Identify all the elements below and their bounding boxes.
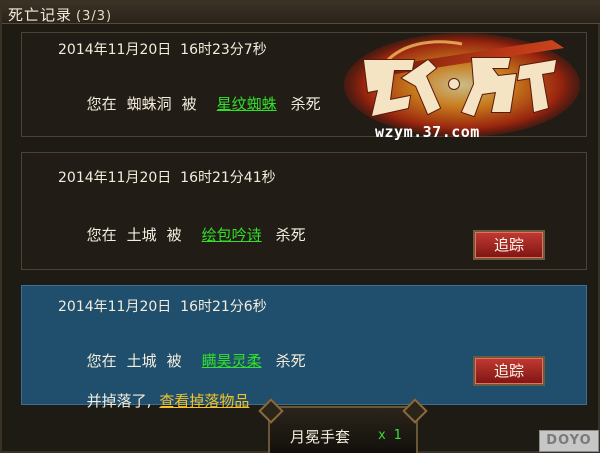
record-prefix: 您在 (86, 95, 117, 113)
killer-link[interactable]: 瞒昊灵柔 (202, 352, 262, 370)
record-location: 土城 (126, 226, 157, 244)
death-record-window: 死亡记录 (3/3) 2014年11月20日 16时23分7秒 您在 蜘蛛洞被星纹蜘… (0, 0, 600, 453)
record-by: 被 (166, 352, 182, 370)
killer-link[interactable]: 绘包吟诗 (202, 226, 262, 244)
item-quantity: x 1 (378, 428, 402, 443)
record-prefix: 您在 (86, 352, 117, 370)
record-timestamp: 2014年11月20日 16时21分41秒 (58, 170, 276, 186)
record-location: 蜘蛛洞 (126, 95, 172, 113)
window-title-label: 死亡记录 (8, 6, 73, 24)
item-name: 月冕手套 (290, 428, 351, 446)
death-record-card-selected: 2014年11月20日 16时21分6秒 您在 土城被 瞒昊灵柔 杀死 并掉落了, 查看… (21, 285, 587, 410)
game-url: wzym.37.com (375, 123, 480, 141)
dropped-item-tab[interactable]: 月冕手套 x 1 (268, 406, 418, 453)
track-button[interactable]: 追踪 (473, 230, 545, 260)
record-timestamp: 2014年11月20日 16时23分7秒 (58, 42, 267, 58)
title-bar: 死亡记录 (3/3) (2, 2, 600, 24)
track-button[interactable]: 追踪 (473, 356, 545, 386)
record-by: 被 (181, 95, 197, 113)
site-watermark: DOYO (539, 430, 599, 452)
death-record-card: 2014年11月20日 16时21分41秒 您在 土城被 绘包吟诗 杀死 追踪 (21, 152, 587, 270)
record-description: 您在 土城被 绘包吟诗 杀死 (58, 206, 316, 263)
record-description: 您在 蜘蛛洞被 星纹蜘蛛 杀死 (58, 75, 331, 132)
record-suffix: 杀死 (275, 226, 306, 244)
record-suffix: 杀死 (290, 95, 321, 113)
record-prefix: 您在 (86, 226, 117, 244)
drop-line: 并掉落了, 查看掉落物品 (58, 372, 250, 429)
window-title: 死亡记录 (3/3) (8, 4, 112, 25)
record-timestamp: 2014年11月20日 16时21分6秒 (58, 299, 267, 315)
record-location: 土城 (126, 352, 157, 370)
record-count: (3/3) (76, 9, 113, 24)
record-by: 被 (166, 226, 182, 244)
view-dropped-items-link[interactable]: 查看掉落物品 (159, 392, 249, 410)
record-suffix: 杀死 (275, 352, 306, 370)
killer-link[interactable]: 星纹蜘蛛 (217, 95, 277, 113)
drop-text: 并掉落了, (86, 392, 152, 410)
